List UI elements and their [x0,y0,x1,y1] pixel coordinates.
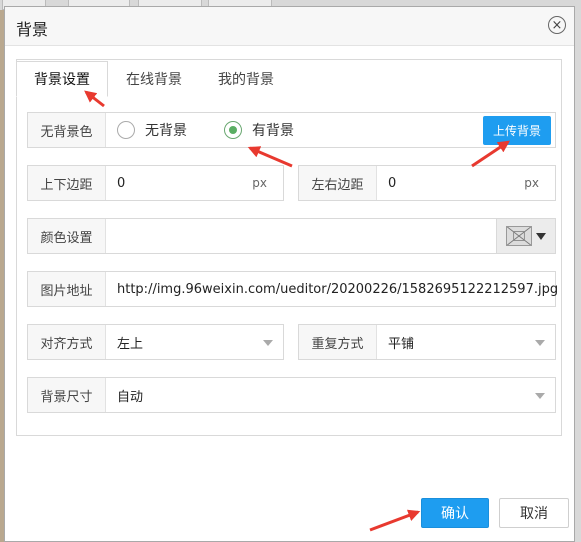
chevron-down-icon [535,393,545,399]
background-toggle-row: 无背景色 无背景 有背景 上传背景 [27,112,556,148]
vertical-margin-input[interactable]: 0 [117,166,125,200]
background-size-value: 自动 [117,389,144,405]
repeat-value: 平铺 [388,336,415,352]
tab-my-backgrounds[interactable]: 我的背景 [200,61,292,97]
horizontal-margin-label: 左右边距 [299,166,377,200]
background-size-select[interactable]: 背景尺寸 自动 [27,377,556,413]
dialog-header: 背景 × [5,7,574,46]
background-editor-edge [575,10,581,542]
tab-label: 背景设置 [34,72,90,88]
tab-online-backgrounds[interactable]: 在线背景 [108,61,200,97]
alignment-label: 对齐方式 [28,325,106,359]
color-setting-field: 颜色设置 [27,218,556,254]
tab-background-settings[interactable]: 背景设置 [16,61,108,97]
vertical-margin-unit: px [252,176,267,190]
radio-circle-unchecked [117,121,135,139]
radio-has-background[interactable]: 有背景 [224,113,294,147]
background-toggle-label: 无背景色 [28,113,106,147]
close-button[interactable]: × [548,16,566,34]
dropdown-arrow-icon [536,233,546,240]
empty-color-swatch-icon [506,226,532,246]
repeat-label: 重复方式 [299,325,377,359]
vertical-margin-field: 上下边距 0 px [27,165,284,201]
horizontal-margin-unit: px [524,176,539,190]
tab-label: 在线背景 [126,72,182,88]
chevron-down-icon [535,340,545,346]
dialog-title: 背景 [16,20,49,39]
radio-circle-checked [224,121,242,139]
background-dialog: 背景 × 背景设置 在线背景 我的背景 无背景色 无背景 有背景 上传背景 上下… [4,6,575,542]
cancel-button[interactable]: 取消 [499,498,569,528]
image-url-label: 图片地址 [28,272,106,306]
confirm-button[interactable]: 确认 [421,498,489,528]
horizontal-margin-field: 左右边距 0 px [298,165,556,201]
vertical-margin-label: 上下边距 [28,166,106,200]
chevron-down-icon [263,340,273,346]
alignment-value: 左上 [117,336,144,352]
alignment-select[interactable]: 对齐方式 左上 [27,324,284,360]
image-url-field: 图片地址 http://img.96weixin.com/ueditor/202… [27,271,558,307]
background-size-label: 背景尺寸 [28,378,106,412]
upload-background-button[interactable]: 上传背景 [483,116,551,145]
radio-label: 无背景 [145,123,187,139]
image-url-input[interactable]: http://img.96weixin.com/ueditor/20200226… [117,272,558,306]
tab-bar: 背景设置 在线背景 我的背景 [16,61,292,97]
tab-label: 我的背景 [218,72,274,88]
horizontal-margin-input[interactable]: 0 [388,166,396,200]
radio-no-background[interactable]: 无背景 [117,113,187,147]
color-setting-label: 颜色设置 [28,219,106,253]
close-icon: × [551,17,563,33]
repeat-select[interactable]: 重复方式 平铺 [298,324,556,360]
color-picker-button[interactable] [496,219,555,253]
radio-label: 有背景 [252,123,294,139]
